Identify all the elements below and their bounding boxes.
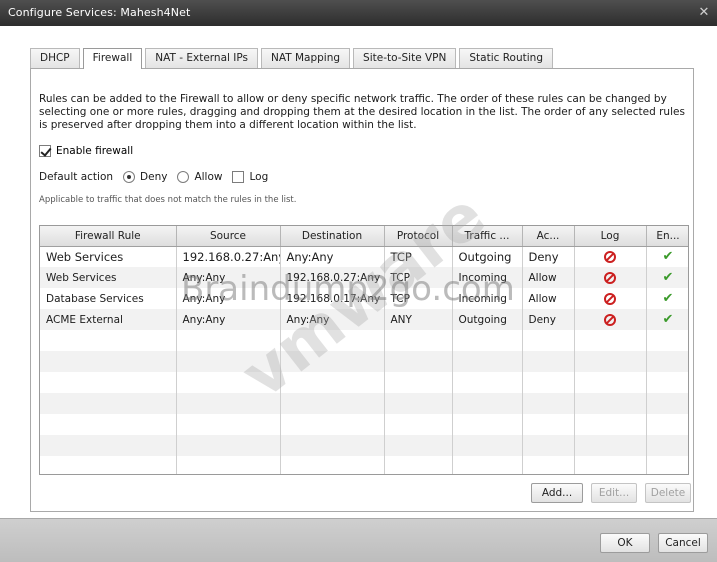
column-header-log[interactable]: Log: [574, 226, 647, 247]
destination-cell: Any:Any: [280, 246, 385, 267]
blocked-icon: [604, 271, 616, 284]
action-cell: Deny: [522, 246, 575, 267]
empty-row: [40, 414, 688, 435]
protocol-cell: TCP: [384, 288, 453, 309]
dialog-content: DHCP Firewall NAT - External IPs NAT Map…: [20, 26, 700, 518]
traffic-cell: Incoming: [452, 288, 523, 309]
check-icon: ✔: [662, 291, 674, 306]
edit-rule-button[interactable]: Edit...: [591, 483, 637, 503]
column-header-source[interactable]: Source: [176, 226, 281, 247]
check-icon: ✔: [662, 249, 674, 265]
empty-row: [40, 330, 688, 351]
log-checkbox[interactable]: [232, 171, 245, 183]
protocol-cell: ANY: [384, 309, 453, 330]
default-action-row: Default action Deny Allow Log: [39, 171, 278, 183]
deny-label: Deny: [140, 171, 168, 183]
tab-nat-mapping[interactable]: NAT Mapping: [260, 48, 351, 68]
check-icon: ✔: [662, 270, 674, 285]
log-label: Log: [249, 171, 269, 183]
column-header-enabled[interactable]: En...: [646, 226, 688, 247]
table-row[interactable]: Database Services Any:Any 192.168.0.17:A…: [40, 288, 688, 309]
log-cell[interactable]: [574, 288, 647, 309]
enabled-cell[interactable]: ✔: [646, 309, 688, 330]
ok-button[interactable]: OK: [600, 533, 650, 553]
allow-radio[interactable]: [177, 171, 190, 183]
dialog-title: Configure Services: Mahesh4Net: [8, 6, 191, 19]
dialog-footer: OK Cancel: [0, 518, 717, 562]
protocol-cell: TCP: [384, 246, 453, 267]
empty-row: [40, 372, 688, 393]
enable-firewall-label: Enable firewall: [56, 145, 134, 157]
empty-row: [40, 435, 688, 456]
destination-cell: 192.168.0.17:Any: [280, 288, 385, 309]
empty-row: [40, 351, 688, 372]
destination-cell: 192.168.0.27:Any: [280, 267, 385, 288]
traffic-cell: Outgoing: [452, 309, 523, 330]
action-cell: Deny: [522, 309, 575, 330]
protocol-cell: TCP: [384, 267, 453, 288]
column-header-traffic[interactable]: Traffic ...: [452, 226, 523, 247]
tab-firewall[interactable]: Firewall: [82, 48, 143, 69]
empty-row: [40, 456, 688, 474]
action-cell: Allow: [522, 267, 575, 288]
deny-option[interactable]: Deny: [123, 171, 167, 183]
source-cell: 192.168.0.27:Any: [176, 246, 281, 267]
column-header-protocol[interactable]: Protocol: [384, 226, 453, 247]
deny-radio[interactable]: [123, 171, 136, 183]
blocked-icon: [604, 250, 616, 263]
source-cell: Any:Any: [176, 309, 281, 330]
enable-firewall-row: Enable firewall: [39, 145, 133, 157]
rule-name-cell: ACME External: [40, 309, 177, 330]
default-action-label: Default action: [39, 171, 114, 183]
rule-name-cell: Web Services: [40, 267, 177, 288]
rule-name-cell: Database Services: [40, 288, 177, 309]
delete-rule-button[interactable]: Delete: [645, 483, 691, 503]
tab-nat-external-ips[interactable]: NAT - External IPs: [145, 48, 258, 68]
default-action-hint: Applicable to traffic that does not matc…: [39, 195, 297, 205]
log-option[interactable]: Log: [232, 171, 268, 183]
configure-services-dialog: Configure Services: Mahesh4Net ✕ DHCP Fi…: [0, 0, 717, 562]
destination-cell: Any:Any: [280, 309, 385, 330]
cancel-button[interactable]: Cancel: [658, 533, 708, 553]
action-cell: Allow: [522, 288, 575, 309]
allow-option[interactable]: Allow: [177, 171, 222, 183]
tab-dhcp[interactable]: DHCP: [30, 48, 80, 68]
close-icon[interactable]: ✕: [695, 4, 713, 22]
title-bar: Configure Services: Mahesh4Net ✕: [0, 0, 717, 26]
column-header-firewall-rule[interactable]: Firewall Rule: [40, 226, 177, 247]
column-header-action[interactable]: Ac...: [522, 226, 575, 247]
tab-bar: DHCP Firewall NAT - External IPs NAT Map…: [30, 48, 556, 69]
rule-name-cell: Web Services: [40, 246, 177, 267]
add-rule-button[interactable]: Add...: [531, 483, 583, 503]
allow-label: Allow: [194, 171, 223, 183]
table-row[interactable]: Web Services Any:Any 192.168.0.27:Any TC…: [40, 267, 688, 288]
traffic-cell: Outgoing: [452, 246, 523, 267]
table-row[interactable]: Web Services 192.168.0.27:Any Any:Any TC…: [40, 246, 688, 267]
empty-row: [40, 393, 688, 414]
firewall-description: Rules can be added to the Firewall to al…: [39, 93, 685, 131]
enabled-cell[interactable]: ✔: [646, 267, 688, 288]
blocked-icon: [604, 292, 616, 305]
firewall-panel: Rules can be added to the Firewall to al…: [30, 68, 694, 512]
source-cell: Any:Any: [176, 288, 281, 309]
firewall-rules-table[interactable]: Firewall Rule Source Destination Protoco…: [39, 225, 689, 475]
log-cell[interactable]: [574, 309, 647, 330]
log-cell[interactable]: [574, 267, 647, 288]
table-row[interactable]: ACME External Any:Any Any:Any ANY Outgoi…: [40, 309, 688, 330]
traffic-cell: Incoming: [452, 267, 523, 288]
source-cell: Any:Any: [176, 267, 281, 288]
enabled-cell[interactable]: ✔: [646, 246, 688, 267]
enabled-cell[interactable]: ✔: [646, 288, 688, 309]
log-cell[interactable]: [574, 246, 647, 267]
tab-site-to-site-vpn[interactable]: Site-to-Site VPN: [353, 48, 457, 68]
tab-static-routing[interactable]: Static Routing: [459, 48, 553, 68]
check-icon: ✔: [662, 312, 674, 327]
table-header-row: Firewall Rule Source Destination Protoco…: [40, 226, 688, 247]
blocked-icon: [604, 313, 616, 326]
enable-firewall-checkbox[interactable]: [39, 145, 51, 157]
column-header-destination[interactable]: Destination: [280, 226, 385, 247]
